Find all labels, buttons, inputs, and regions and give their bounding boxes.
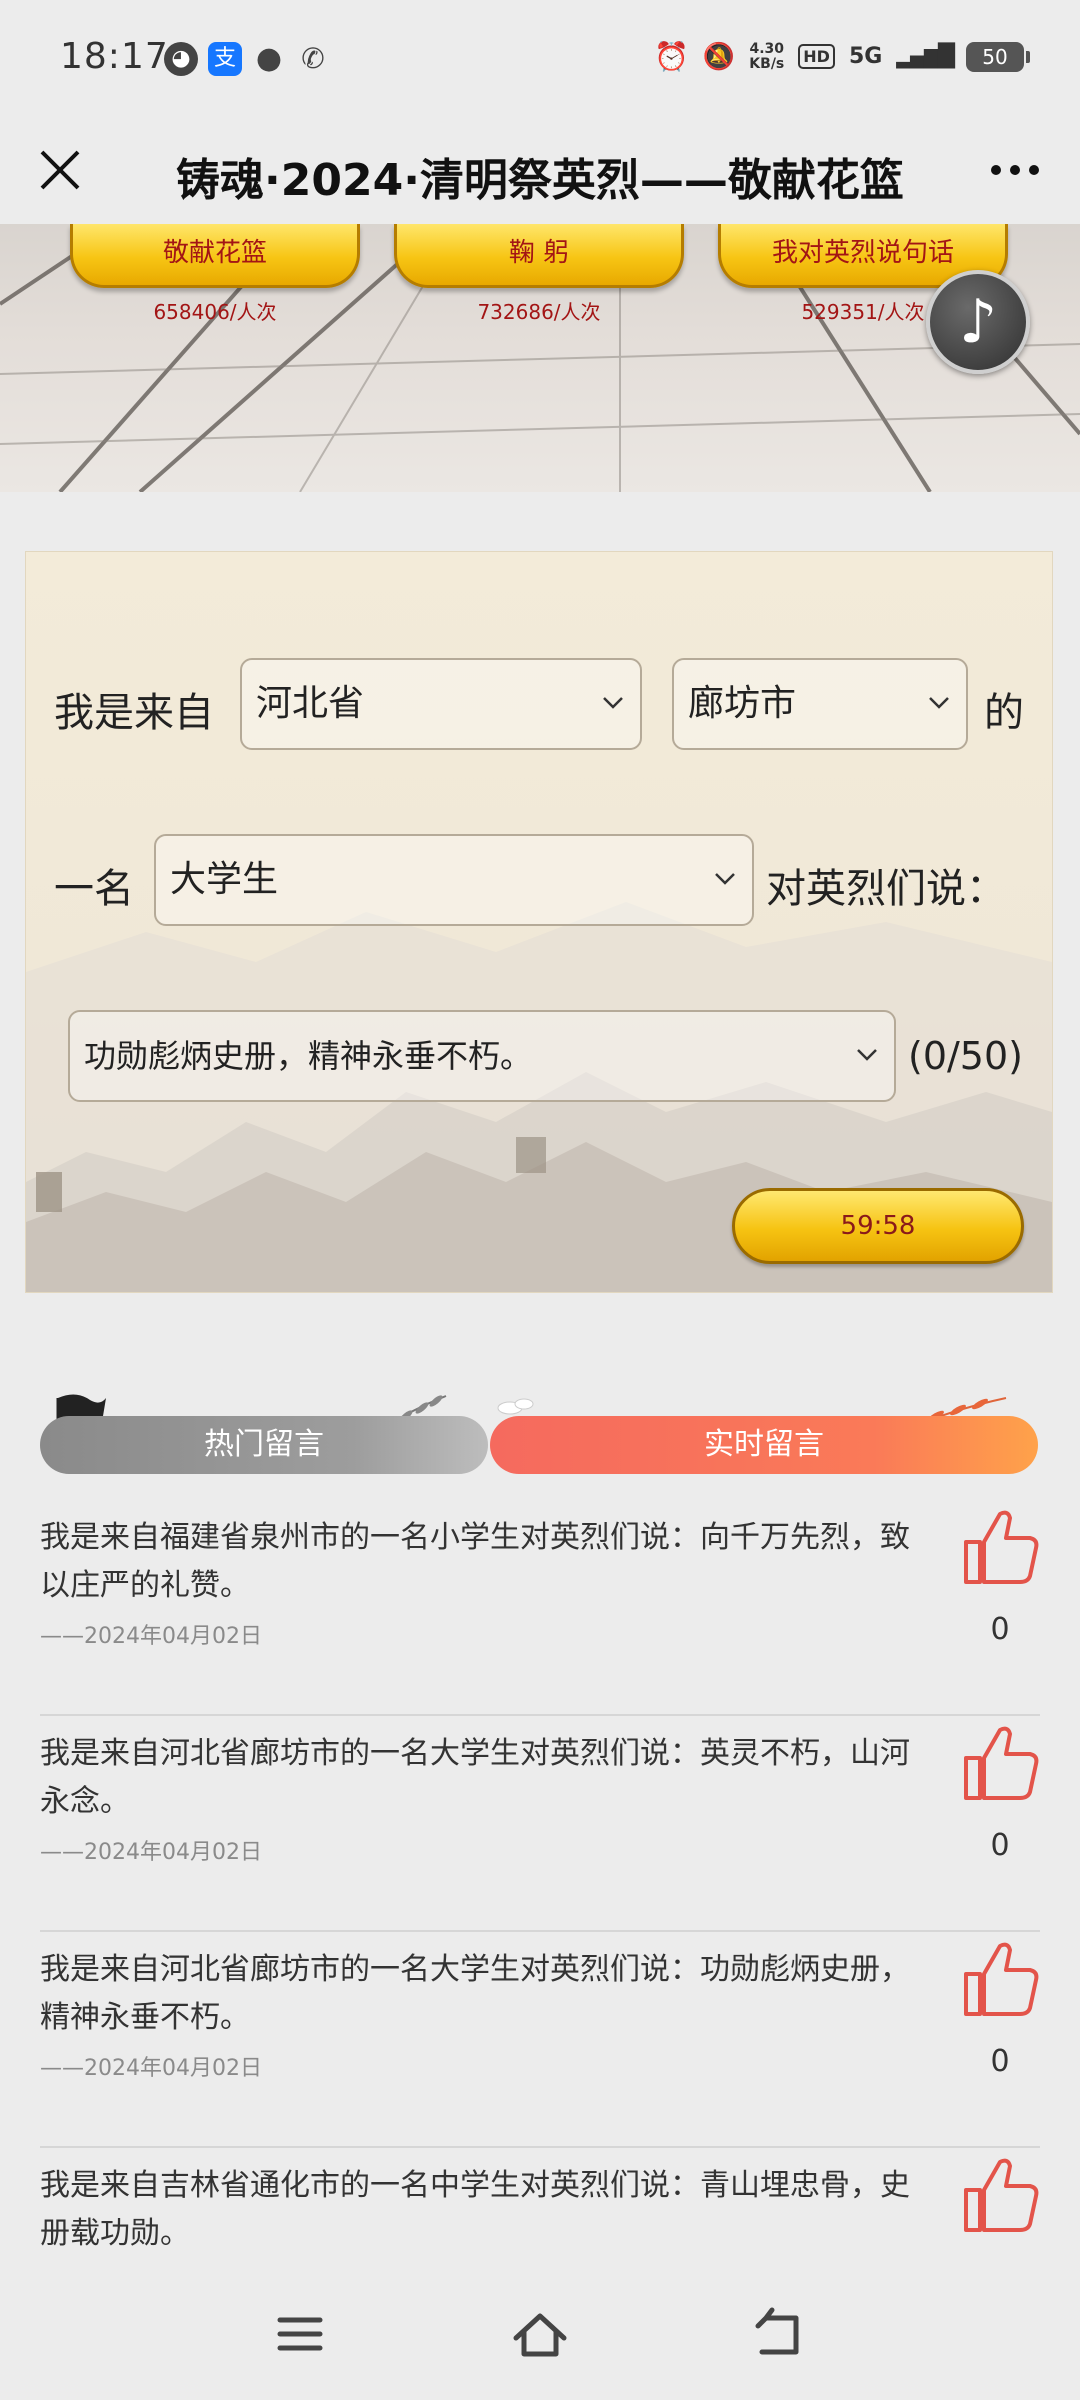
comment-text: 我是来自河北省廊坊市的一名大学生对英烈们说：英灵不朽，山河永念。: [40, 1736, 910, 1819]
list-item: 我是来自福建省泉州市的一名小学生对英烈们说：向千万先烈，致以庄严的礼赞。 ——2…: [40, 1500, 1040, 1716]
role-value: 大学生: [170, 859, 279, 900]
comment-date: ——2024年04月02日: [40, 1624, 262, 1649]
like-count: 0: [990, 1612, 1010, 1647]
status-right-group: ⏰ 🔕 4.30 KB/s HD 5G ▂▄▆█ 50: [654, 40, 1030, 73]
tab-hot-comments[interactable]: 热门留言: [40, 1416, 488, 1474]
city-select[interactable]: 廊坊市: [672, 658, 968, 750]
status-time: 18:17: [60, 36, 169, 77]
province-select[interactable]: 河北省: [240, 658, 642, 750]
char-count: (0/50): [908, 1034, 1023, 1078]
battery-icon: 50: [966, 41, 1030, 72]
like-count: 0: [990, 2044, 1010, 2079]
thumbs-up-icon[interactable]: [960, 1938, 1040, 2018]
page-title: 铸魂·2024·清明祭英烈——敬献花篮: [176, 155, 904, 206]
province-value: 河北省: [256, 683, 365, 724]
message-value: 功勋彪炳史册，精神永垂不朽。: [84, 1037, 533, 1075]
more-icon-dot: [1029, 165, 1039, 175]
role-prefix-label: 一名: [54, 866, 134, 912]
signal-icon: ▂▄▆█: [896, 44, 955, 69]
title-bar: 铸魂·2024·清明祭英烈——敬献花篮: [0, 120, 1080, 224]
music-toggle-button[interactable]: ♪: [926, 270, 1030, 374]
comment-text: 我是来自吉林省通化市的一名中学生对英烈们说：青山埋忠骨，史册载功勋。: [40, 2168, 910, 2251]
role-select[interactable]: 大学生: [154, 834, 754, 926]
message-bubble-icon: ●: [255, 41, 283, 76]
more-icon-dot: [1010, 165, 1020, 175]
network-label: 5G: [848, 44, 883, 69]
chevron-down-icon: [603, 697, 623, 709]
comment-date: ——2024年04月02日: [40, 1840, 262, 1865]
chevron-down-icon: [857, 1049, 877, 1061]
present-flower-count: 658406/人次: [153, 300, 277, 324]
net-speed-value: 4.30: [749, 40, 785, 57]
chevron-down-icon: [715, 873, 735, 885]
thumbs-up-icon[interactable]: [960, 1722, 1040, 1802]
hd-badge: HD: [798, 44, 835, 69]
cat-app-icon: ◕: [164, 42, 198, 76]
message-select[interactable]: 功勋彪炳史册，精神永垂不朽。: [68, 1010, 896, 1102]
comment-date: ——2024年04月02日: [40, 2056, 262, 2081]
missed-call-icon: ✆: [301, 42, 325, 75]
more-icon: [991, 165, 1001, 175]
bow-count: 732686/人次: [477, 300, 601, 324]
back-icon[interactable]: [750, 2304, 810, 2364]
present-flower-basket-button[interactable]: 敬献花篮: [70, 224, 360, 288]
comment-text: 我是来自福建省泉州市的一名小学生对英烈们说：向千万先烈，致以庄严的礼赞。: [40, 1520, 910, 1603]
chevron-down-icon: [929, 697, 949, 709]
message-form-panel: 我是来自 河北省 廊坊市 的 一名 大学生 对英烈们说： 功勋彪炳史册，精神永垂…: [26, 552, 1052, 1292]
tab-live-comments[interactable]: 实时留言: [490, 1416, 1038, 1474]
city-value: 廊坊市: [688, 683, 797, 724]
thumbs-up-icon[interactable]: [960, 1506, 1040, 1586]
comment-text: 我是来自河北省廊坊市的一名大学生对英烈们说：功勋彪炳史册，精神永垂不朽。: [40, 1952, 910, 2035]
status-bar: 18:17 ◕ 支 ● ✆ ⏰ 🔕 4.30 KB/s HD 5G ▂▄▆█ 5…: [0, 0, 1080, 120]
list-item: 我是来自河北省廊坊市的一名大学生对英烈们说：英灵不朽，山河永念。 ——2024年…: [40, 1716, 1040, 1932]
form-prefix-label: 我是来自: [54, 690, 214, 736]
like-count: 0: [990, 1828, 1010, 1863]
list-item: 我是来自河北省廊坊市的一名大学生对英烈们说：功勋彪炳史册，精神永垂不朽。 ——2…: [40, 1932, 1040, 2148]
form-connector-label: 的: [984, 690, 1024, 736]
system-nav-bar: [0, 2264, 1080, 2400]
bow-button[interactable]: 鞠 躬: [394, 224, 684, 288]
banner: 敬献花篮 658406/人次 鞠 躬 732686/人次 我对英烈说句话 529…: [0, 224, 1080, 492]
home-icon[interactable]: [510, 2304, 570, 2364]
net-speed: 4.30 KB/s: [749, 40, 785, 72]
role-suffix-label: 对英烈们说：: [766, 866, 1006, 912]
alipay-icon: 支: [208, 42, 242, 76]
alarm-icon: ⏰: [654, 40, 689, 73]
music-note-icon: ♪: [958, 287, 998, 357]
mute-bell-icon: 🔕: [702, 41, 736, 72]
more-button[interactable]: [980, 140, 1050, 200]
net-speed-unit: KB/s: [749, 55, 785, 72]
submit-timer-button[interactable]: 59:58: [732, 1188, 1024, 1264]
thumbs-up-icon[interactable]: [960, 2154, 1040, 2234]
menu-icon[interactable]: [270, 2304, 330, 2364]
